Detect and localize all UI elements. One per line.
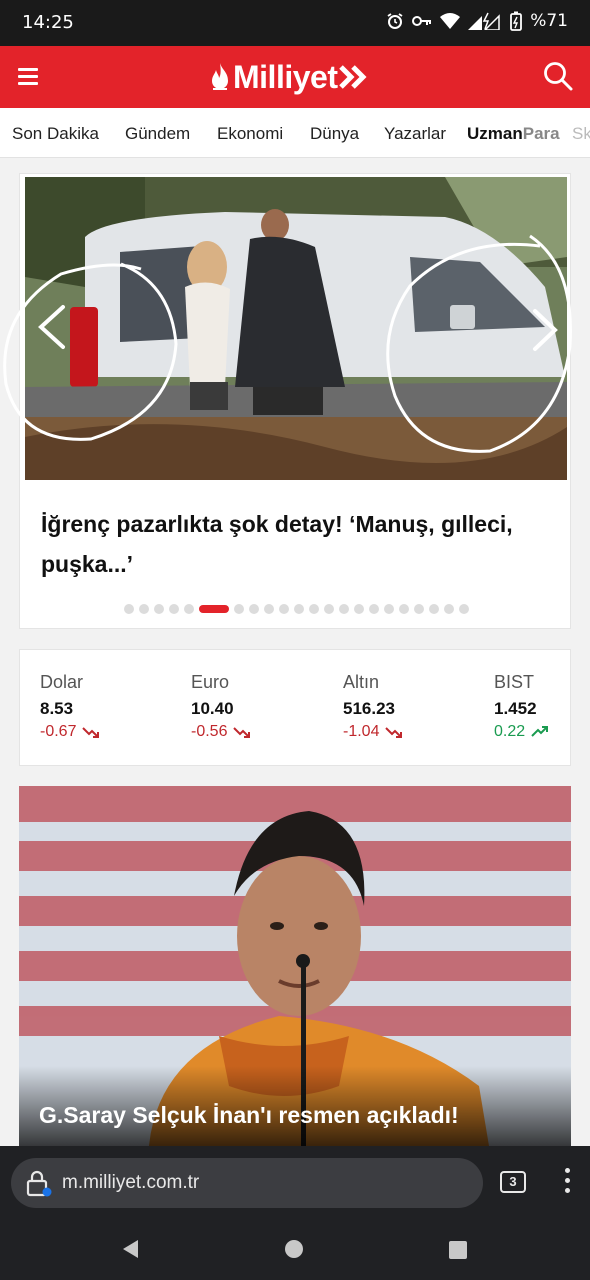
category-son-dakika[interactable]: Son Dakika <box>12 124 99 144</box>
market-change: -0.56 <box>191 723 251 741</box>
signal-icon <box>468 12 500 30</box>
market-ticker[interactable]: Dolar 8.53 -0.67 Euro 10.40 -0.56 Altın … <box>19 649 571 766</box>
market-change-value: 0.22 <box>494 723 526 740</box>
market-item-dolar[interactable]: Dolar 8.53 -0.67 <box>40 672 100 741</box>
category-uzmanpara-bold: Uzman <box>467 124 523 143</box>
trend-up-icon <box>531 726 549 737</box>
trend-down-icon <box>233 727 251 738</box>
market-change-value: -0.67 <box>40 723 77 740</box>
market-item-bist[interactable]: BIST 1.452 0.22 <box>494 672 549 741</box>
flame-icon <box>212 63 228 90</box>
overflow-menu-icon[interactable] <box>562 1168 572 1196</box>
market-change: 0.22 <box>494 723 549 741</box>
status-time: 14:25 <box>22 12 74 33</box>
battery-level: %71 <box>530 11 568 31</box>
pagination-dot[interactable] <box>413 604 424 614</box>
pagination-dot[interactable] <box>398 604 409 614</box>
market-value: 10.40 <box>191 699 234 718</box>
headline-title[interactable]: İğrenç pazarlıkta şok detay! ‘Manuş, gıl… <box>41 504 541 584</box>
headline-slider[interactable]: İğrenç pazarlıkta şok detay! ‘Manuş, gıl… <box>3 173 572 629</box>
tab-switcher-button[interactable]: 3 <box>500 1171 526 1193</box>
market-name: Altın <box>343 672 380 692</box>
market-change-value: -1.04 <box>343 723 380 740</box>
back-icon[interactable] <box>120 1238 140 1260</box>
category-ekonomi[interactable]: Ekonomi <box>217 124 283 144</box>
pagination-dot[interactable] <box>123 604 134 614</box>
prev-slide-highlight <box>3 262 178 441</box>
pagination-dot[interactable] <box>308 604 319 614</box>
pagination-dot[interactable] <box>338 604 349 614</box>
double-chevron-icon <box>339 65 368 89</box>
trend-down-icon <box>385 727 403 738</box>
market-name: BIST <box>494 672 535 692</box>
chevron-left-icon[interactable] <box>35 304 71 350</box>
status-icons: %71 <box>386 11 568 31</box>
site-header: Milliyet <box>0 46 590 108</box>
system-nav-bar <box>0 1216 590 1280</box>
pagination-dot[interactable] <box>263 604 274 614</box>
category-nav: Son Dakika Gündem Ekonomi Dünya Yazarlar… <box>0 108 590 158</box>
pagination-dot[interactable] <box>153 604 164 614</box>
news-title[interactable]: G.Saray Selçuk İnan'ı resmen açıkladı! <box>39 1102 459 1129</box>
alarm-icon <box>387 13 403 29</box>
slider-pagination <box>20 604 572 614</box>
home-icon[interactable] <box>284 1239 304 1259</box>
pagination-dot[interactable] <box>353 604 364 614</box>
chevron-right-icon[interactable] <box>530 308 560 352</box>
pagination-dot[interactable] <box>383 604 394 614</box>
market-change-value: -0.56 <box>191 723 228 740</box>
category-yazarlar[interactable]: Yazarlar <box>384 124 446 144</box>
pagination-dot[interactable] <box>138 604 149 614</box>
brand-name: Milliyet <box>233 58 338 95</box>
market-name: Euro <box>191 672 230 692</box>
pagination-dot[interactable] <box>293 604 304 614</box>
pagination-dot[interactable] <box>183 604 194 614</box>
lock-icon[interactable] <box>25 1170 53 1198</box>
site-logo[interactable]: Milliyet <box>210 58 369 96</box>
pagination-dot[interactable] <box>248 604 259 614</box>
market-item-altin[interactable]: Altın 516.23 -1.04 <box>343 672 403 741</box>
category-gundem[interactable]: Gündem <box>125 124 190 144</box>
pagination-dot[interactable] <box>428 604 439 614</box>
hamburger-icon[interactable] <box>14 64 42 90</box>
pagination-dot[interactable] <box>443 604 454 614</box>
pagination-dot[interactable] <box>168 604 179 614</box>
news-card[interactable]: G.Saray Selçuk İnan'ı resmen açıkladı! <box>19 786 571 1146</box>
key-icon <box>412 16 432 26</box>
url-text[interactable]: m.milliyet.com.tr <box>62 1172 199 1194</box>
category-more[interactable]: Sk <box>572 124 590 144</box>
market-value: 8.53 <box>40 699 74 718</box>
trend-down-icon <box>82 727 100 738</box>
market-value: 516.23 <box>343 699 395 718</box>
market-item-euro[interactable]: Euro 10.40 -0.56 <box>191 672 251 741</box>
wifi-icon <box>440 13 461 29</box>
pagination-dot[interactable] <box>278 604 289 614</box>
category-uzmanpara[interactable]: UzmanPara <box>467 124 560 144</box>
battery-icon <box>510 11 523 31</box>
browser-toolbar: m.milliyet.com.tr 3 <box>0 1146 590 1216</box>
market-change: -0.67 <box>40 723 100 741</box>
market-change: -1.04 <box>343 723 403 741</box>
search-icon[interactable] <box>542 60 574 92</box>
pagination-dot[interactable] <box>233 604 244 614</box>
pagination-dot-active[interactable] <box>198 605 229 613</box>
url-bar[interactable]: m.milliyet.com.tr <box>11 1158 483 1208</box>
pagination-dot[interactable] <box>323 604 334 614</box>
status-bar: 14:25 %71 <box>0 0 590 46</box>
recents-icon[interactable] <box>448 1240 468 1260</box>
pagination-dot[interactable] <box>368 604 379 614</box>
market-name: Dolar <box>40 672 84 692</box>
category-uzmanpara-light: Para <box>522 124 560 143</box>
category-dunya[interactable]: Dünya <box>310 124 359 144</box>
market-value: 1.452 <box>494 699 537 718</box>
pagination-dot[interactable] <box>458 604 469 614</box>
